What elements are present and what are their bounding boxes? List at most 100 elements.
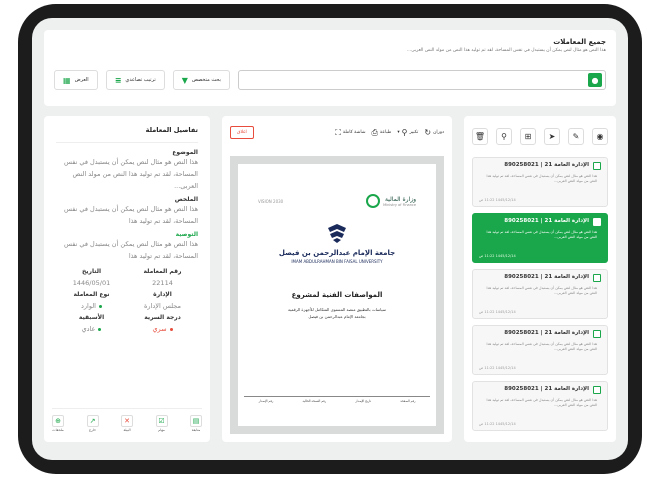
search-input[interactable]: ● <box>237 70 606 90</box>
mof-name: وزارة المالية <box>384 195 416 203</box>
sort-button[interactable]: ترتيب تصاعدي ≡ <box>105 70 165 90</box>
edit-icon[interactable]: ✎ <box>568 128 584 145</box>
type-value: الوارد <box>56 302 127 310</box>
view-button[interactable]: العرض ▦ <box>54 70 98 90</box>
checkbox[interactable] <box>593 274 601 282</box>
details-heading: تفاصيل المعاملة <box>56 126 198 143</box>
priority-label: الأسبقية <box>78 314 105 321</box>
status-dot-icon <box>98 304 102 308</box>
transactions-list-panel: 🗑 ⚲ ⊞ ➤ ✎ ◉ الإدارة العامة 21 | 89025802… <box>464 116 616 442</box>
details-actions: ▤ متابعة ☑ مهام ✕ البيئة ↗ خارج ⊕ ملحقات <box>52 408 202 432</box>
tasks-button[interactable]: ☑ مهام <box>155 415 168 432</box>
list-item[interactable]: الإدارة العامة 21 | 890258021 هذا النص هو… <box>472 213 608 263</box>
attachment-icon: ⊕ <box>52 415 64 427</box>
list-item-desc: هذا النص هو مثال لنص يمكن أن يستبدل في ن… <box>486 230 597 239</box>
document-icon: ▤ <box>190 415 202 427</box>
dept-label: الإدارة <box>153 291 172 298</box>
recommendation-text: هذا النص هو مثال لنص يمكن أن يستبدل في ن… <box>63 240 198 260</box>
action-label: مهام <box>158 428 165 432</box>
university-logo-icon <box>328 224 346 243</box>
status-dot-icon <box>169 327 173 331</box>
subject-label: الموضوع <box>172 149 198 156</box>
mof-emblem-icon <box>366 194 381 208</box>
print-button[interactable]: طباعة ⎙ <box>372 128 392 138</box>
list-item-date: 1445/12/14 11:22 ص <box>479 198 516 202</box>
list-item-title: الإدارة العامة 21 | 890258021 <box>504 274 589 280</box>
priority-value: عادي <box>56 325 127 333</box>
filter-icon: ▼ <box>181 75 188 85</box>
advanced-search-button[interactable]: بحث متخصص ▼ <box>172 70 230 90</box>
mof-logo: وزارة المالية Ministry of Finance <box>366 194 416 208</box>
secrecy-label: درجة السرية <box>144 314 181 321</box>
org-icon[interactable]: ⊞ <box>520 128 536 145</box>
document-footer: رقم الصفحة تاريخ الإصدار رقم النسخة الحا… <box>244 396 430 406</box>
tasks-icon: ☑ <box>155 415 168 427</box>
sort-icon: ≡ <box>114 75 122 85</box>
environment-button[interactable]: ✕ البيئة <box>121 415 133 432</box>
action-label: متابعة <box>191 428 201 432</box>
list-item-desc: هذا النص هو مثال لنص يمكن أن يستبدل في ن… <box>486 286 597 295</box>
recommendation-label: التوصية <box>175 231 198 238</box>
date-label: التاريخ <box>81 268 102 275</box>
follow-up-button[interactable]: ▤ متابعة <box>190 415 202 432</box>
document-page: وزارة المالية Ministry of Finance VISION… <box>238 164 436 426</box>
status-dot-icon <box>98 327 102 331</box>
list-item[interactable]: الإدارة العامة 21 | 890258021 هذا النص هو… <box>472 381 608 431</box>
checkbox[interactable] <box>593 386 601 394</box>
trash-icon[interactable]: 🗑 <box>472 128 488 145</box>
checkbox[interactable] <box>593 218 601 226</box>
footer-cell: تاريخ الإصدار <box>355 399 372 403</box>
search-icon[interactable]: ● <box>588 73 602 87</box>
transactions-header: جميع المعاملات هذا النص هو مثال لنص يمكن… <box>44 30 616 106</box>
university-name-ar: جامعة الإمام عبدالرحمن بن فيصل <box>278 249 396 257</box>
list-item-title: الإدارة العامة 21 | 890258021 <box>504 218 589 224</box>
document-canvas: وزارة المالية Ministry of Finance VISION… <box>230 156 444 434</box>
app-screen: جميع المعاملات هذا النص هو مثال لنص يمكن… <box>32 18 628 460</box>
vision-logo: VISION 2030 <box>258 198 284 204</box>
action-label: البيئة <box>123 428 131 432</box>
list-item-date: 1445/12/14 11:22 ص <box>479 366 516 370</box>
zoom-button[interactable]: تكبير ⚲ ▾ <box>397 128 418 137</box>
page-title: جميع المعاملات <box>553 38 606 46</box>
fullscreen-icon: ⛶ <box>335 127 341 137</box>
sort-label: ترتيب تصاعدي <box>125 77 156 83</box>
outgoing-button[interactable]: ↗ خارج <box>86 415 99 432</box>
action-label: ملحقات <box>52 428 64 432</box>
print-label: طباعة <box>379 130 392 135</box>
rotate-icon: ↻ <box>424 128 432 137</box>
list-item-date: 1445/12/14 11:22 ص <box>479 310 516 314</box>
eye-icon[interactable]: ◉ <box>592 128 608 145</box>
list-item-title: الإدارة العامة 21 | 890258021 <box>504 162 589 168</box>
list-item-title: الإدارة العامة 21 | 890258021 <box>504 386 589 392</box>
list-item[interactable]: الإدارة العامة 21 | 890258021 هذا النص هو… <box>472 325 608 375</box>
list-item[interactable]: الإدارة العامة 21 | 890258021 هذا النص هو… <box>472 157 608 207</box>
fullscreen-button[interactable]: شاشة كاملة ⛶ <box>335 128 365 138</box>
document-title: المواصفات الفنية لمشروع <box>291 291 383 299</box>
list-item-date: 1445/12/14 11:22 ص <box>479 422 516 426</box>
transaction-details-panel: تفاصيل المعاملة الموضوع هذا النص هو مثال… <box>44 116 210 442</box>
list-item[interactable]: الإدارة العامة 21 | 890258021 هذا النص هو… <box>472 269 608 319</box>
grid-icon: ▦ <box>63 75 71 85</box>
rotate-label: دوران <box>433 130 444 135</box>
mof-en: Ministry of Finance <box>383 202 416 207</box>
subject-text: هذا النص هو مثال لنص يمكن أن يستبدل في ن… <box>63 158 198 190</box>
attachments-button[interactable]: ⊕ ملحقات <box>52 415 64 432</box>
zoom-label: تكبير <box>409 130 419 135</box>
summary-label: الملخص <box>174 196 198 203</box>
details-grid: رقم المعاملة التاريخ 22114 1446/05/01 ال… <box>56 268 198 333</box>
zoom-icon: ⚲ <box>401 128 408 137</box>
send-icon[interactable]: ➤ <box>544 128 560 145</box>
rotate-button[interactable]: دوران ↻ <box>424 128 444 137</box>
transactions-list: الإدارة العامة 21 | 890258021 هذا النص هو… <box>464 153 616 441</box>
search-icon[interactable]: ⚲ <box>496 128 512 145</box>
footer-cell: رقم النسخة الحالية <box>302 399 327 403</box>
footer-cell: رقم الإصدار <box>258 399 274 403</box>
priority-text: عادي <box>81 325 96 333</box>
txn-no-label: رقم المعاملة <box>143 268 182 275</box>
close-button[interactable]: اغلاق <box>230 126 254 139</box>
checkbox[interactable] <box>593 330 601 338</box>
checkbox[interactable] <box>593 162 601 170</box>
type-label: نوع المعاملة <box>73 291 110 298</box>
advanced-search-label: بحث متخصص <box>191 77 221 83</box>
print-icon: ⎙ <box>371 127 378 137</box>
